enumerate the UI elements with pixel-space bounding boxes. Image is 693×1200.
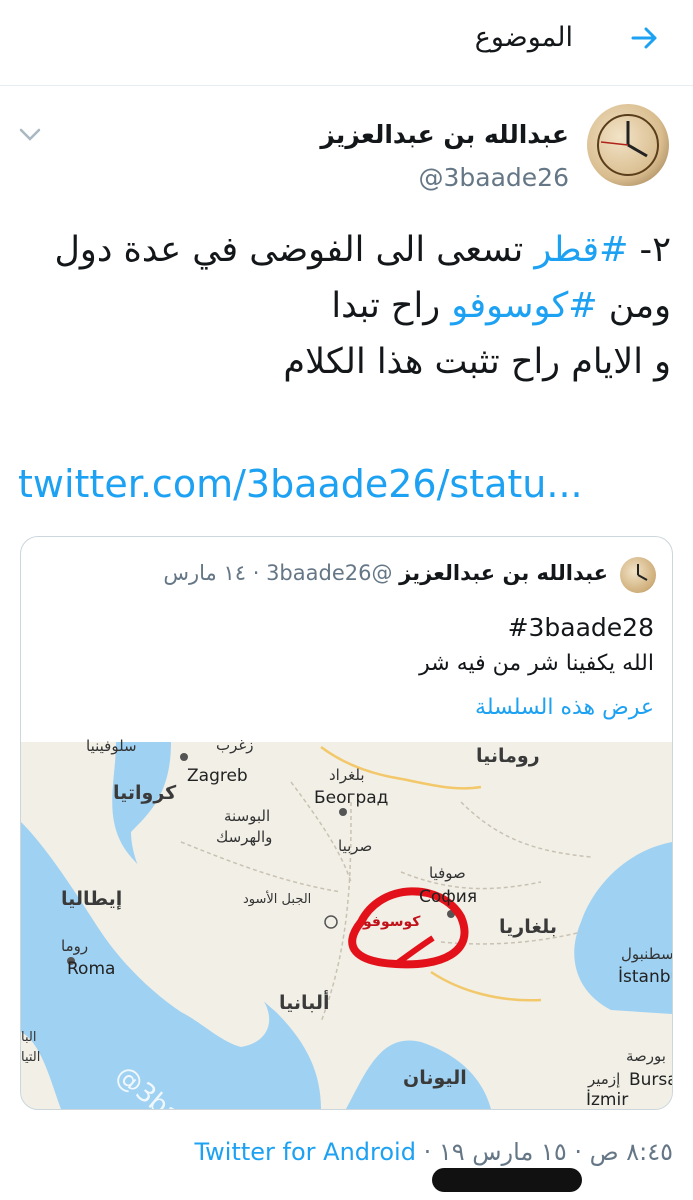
quoted-text: الله يكفينا شر من فيه شر — [419, 651, 654, 676]
home-indicator[interactable] — [432, 1168, 582, 1192]
map-label: Bursa — [629, 1070, 673, 1090]
arrow-right-icon — [631, 27, 657, 49]
back-button[interactable] — [625, 18, 665, 58]
page-title: الموضوع — [474, 22, 573, 53]
show-thread-link[interactable]: عرض هذه السلسلة — [475, 695, 654, 720]
chevron-down-icon[interactable] — [18, 126, 42, 144]
author-handle[interactable]: @3baade26 — [419, 163, 569, 192]
map-label: الجبل الأسود — [243, 892, 312, 907]
text-span: ٢- — [628, 230, 671, 270]
quoted-author-handle: @3baade26 — [266, 561, 393, 585]
map-label: ألبانيا — [279, 992, 330, 1014]
hashtag-link[interactable]: #قطر — [534, 230, 628, 270]
quoted-tweet-card[interactable]: عبدالله بن عبدالعزيز @3baade26 · ١٤ مارس… — [20, 536, 673, 1110]
map-label: Београд — [314, 788, 389, 808]
author-name[interactable]: عبدالله بن عبدالعزيز — [320, 120, 569, 149]
text-span: ومن — [597, 286, 671, 326]
map-label: سلوفينيا — [86, 737, 137, 755]
tweet-text: ٢- #قطر تسعى الى الفوضى في عدة دول ومن #… — [21, 222, 672, 390]
tweet-meta: ٨:٤٥ ص · ١٥ مارس ١٩ · Twitter for Androi… — [194, 1138, 673, 1166]
map-label: اليونان — [403, 1067, 467, 1089]
meta-separator: · — [415, 1138, 439, 1166]
map-label: رومانيا — [476, 745, 540, 767]
map-label: İstanbul — [618, 967, 672, 987]
map-label: Roma — [67, 959, 116, 979]
quoted-avatar[interactable] — [620, 557, 656, 593]
map-label: إزمير — [588, 1070, 621, 1088]
tweet-timestamp: ٨:٤٥ ص · ١٥ مارس ١٩ — [438, 1138, 673, 1166]
map-image[interactable]: سلوفينيا زغرب Zagreb كرواتيا البوسنة وال… — [21, 736, 673, 1110]
avatar[interactable] — [587, 104, 669, 186]
map-label: زغرب — [216, 736, 254, 754]
map-label: صربيا — [338, 837, 373, 855]
map-label: بلغراد — [329, 766, 365, 784]
quoted-author-name[interactable]: عبدالله بن عبدالعزيز — [399, 561, 608, 585]
clock-icon — [597, 114, 659, 176]
tweet-url-link[interactable]: twitter.com/3baade26/statu... — [18, 462, 583, 506]
map-label: البا — [21, 1030, 37, 1045]
text-span: راح تبدا — [331, 286, 452, 326]
map-label: صوفيا — [429, 864, 466, 882]
map-label: София — [419, 887, 478, 907]
tweet-line: ومن #كوسوفو راح تبدا — [21, 278, 671, 334]
map-label: البوسنة — [224, 807, 271, 825]
map-label: التيا — [21, 1050, 41, 1065]
map-label: كرواتيا — [113, 782, 177, 804]
quoted-header: عبدالله بن عبدالعزيز @3baade26 · ١٤ مارس — [163, 561, 608, 585]
map-label: سطنبول — [621, 945, 673, 963]
map-label: بلغاريا — [499, 916, 557, 938]
hashtag-link[interactable]: #كوسوفو — [451, 286, 597, 326]
map-label: والهرسك — [216, 828, 273, 846]
map-label: İzmir — [586, 1090, 629, 1110]
map-label: Zagreb — [187, 766, 248, 786]
map-label: بورصة — [626, 1047, 666, 1065]
map-label: روما — [61, 937, 89, 955]
tweet-line: و الايام راح تثبت هذا الكلام — [21, 334, 671, 390]
quoted-hashtag[interactable]: #3baade28 — [508, 613, 654, 642]
text-span: و الايام راح تثبت هذا الكلام — [283, 342, 671, 382]
map-label: إيطاليا — [61, 888, 123, 910]
text-span: تسعى الى الفوضى في عدة دول — [54, 230, 535, 270]
top-bar: الموضوع — [0, 0, 693, 86]
quoted-date: · ١٤ مارس — [163, 561, 260, 585]
tweet-source-link[interactable]: Twitter for Android — [194, 1138, 415, 1166]
tweet-line: ٢- #قطر تسعى الى الفوضى في عدة دول — [21, 222, 672, 278]
clock-icon — [637, 564, 648, 581]
map-label: كوسوفو — [363, 914, 421, 930]
